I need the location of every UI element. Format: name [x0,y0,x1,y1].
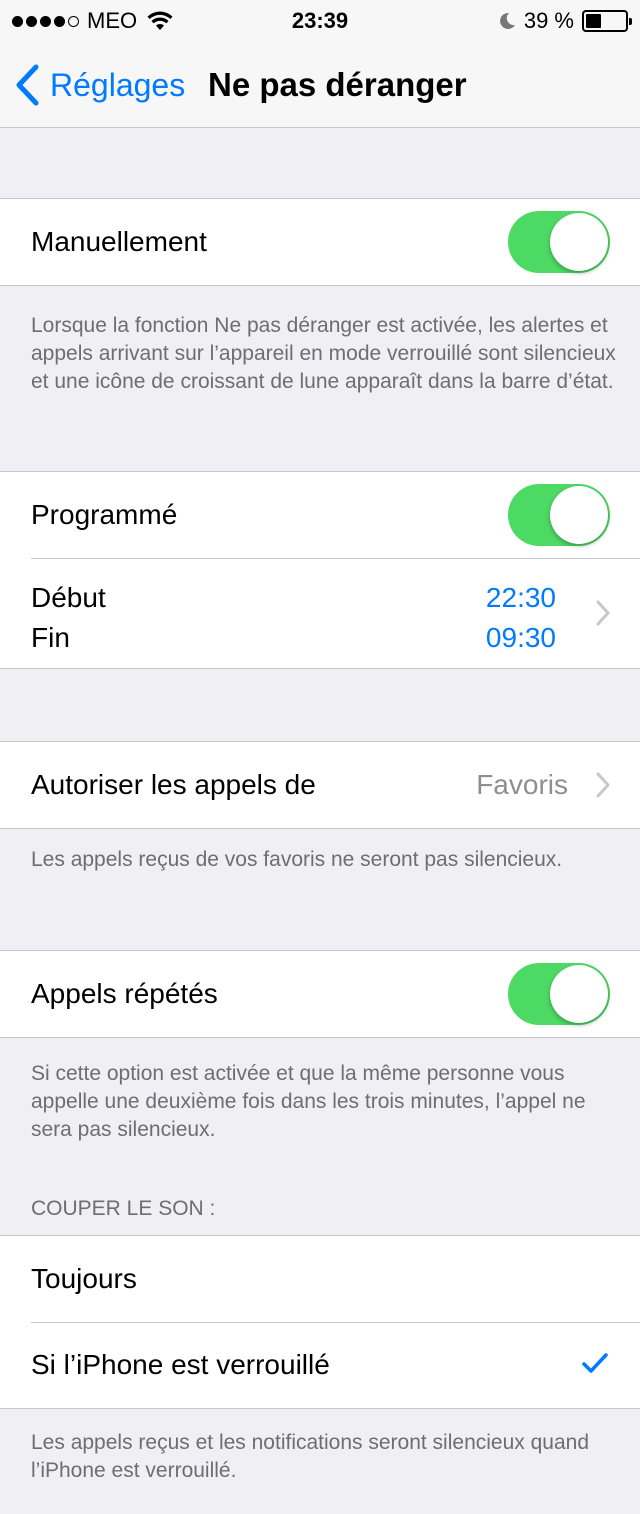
silence-option-always[interactable]: Toujours [0,1236,640,1322]
status-bar: MEO 23:39 39 % [0,0,640,40]
repeated-calls-row: Appels répétés [0,951,640,1037]
silence-group: Toujours Si l’iPhone est verrouillé [0,1235,640,1409]
navigation-bar: Réglages Ne pas déranger [0,40,640,128]
repeated-calls-label: Appels répétés [31,978,218,1009]
silence-footer: Les appels reçus et les notifications se… [31,1431,589,1482]
battery-percent: 39 % [523,8,574,33]
battery-level-fill [586,14,601,28]
manual-row: Manuellement [0,199,640,285]
moon-icon [499,12,515,29]
scheduled-row: Programmé [0,472,640,558]
manual-footer: Lorsque la fonction Ne pas déranger est … [31,314,616,393]
schedule-labels: Début Fin [31,578,106,658]
silence-section-header: COUPER LE SON : [31,1197,216,1220]
allow-calls-label: Autoriser les appels de [31,769,316,800]
battery-info: 39 % [498,8,632,34]
silence-option-locked[interactable]: Si l’iPhone est verrouillé [0,1322,640,1408]
repeated-calls-toggle[interactable] [508,963,610,1025]
allow-calls-row[interactable]: Autoriser les appels de Favoris [0,742,640,828]
battery-icon [582,10,632,32]
scheduled-group: Programmé Début Fin 22:30 09:30 [0,471,640,669]
silence-option-label: Si l’iPhone est verrouillé [31,1349,330,1380]
manual-group: Manuellement [0,198,640,286]
scheduled-label: Programmé [31,499,178,530]
end-label: Fin [31,622,70,653]
chevron-right-icon [596,600,610,626]
page-title: Ne pas déranger [208,66,467,103]
chevron-left-icon [16,64,39,106]
checkmark-icon [582,1353,608,1373]
silence-option-label: Toujours [31,1263,137,1294]
toggle-knob [550,486,608,544]
schedule-values: 22:30 09:30 [486,578,556,658]
toggle-knob [550,965,608,1023]
end-time: 09:30 [485,622,556,653]
schedule-row[interactable]: Début Fin 22:30 09:30 [0,558,640,668]
start-label: Début [31,582,106,613]
back-button[interactable]: Réglages [14,64,185,106]
back-button-label: Réglages [50,66,186,103]
allow-calls-footer: Les appels reçus de vos favoris ne seron… [31,848,563,871]
manual-label: Manuellement [31,226,207,257]
scheduled-toggle[interactable] [508,484,610,546]
toggle-knob [550,213,608,271]
manual-toggle[interactable] [508,211,610,273]
repeated-calls-group: Appels répétés [0,950,640,1038]
allow-calls-value: Favoris [476,769,568,800]
repeated-calls-footer: Si cette option est activée et que la mê… [31,1062,586,1141]
start-time: 22:30 [485,582,556,613]
chevron-right-icon [596,772,610,798]
allow-calls-group: Autoriser les appels de Favoris [0,741,640,829]
